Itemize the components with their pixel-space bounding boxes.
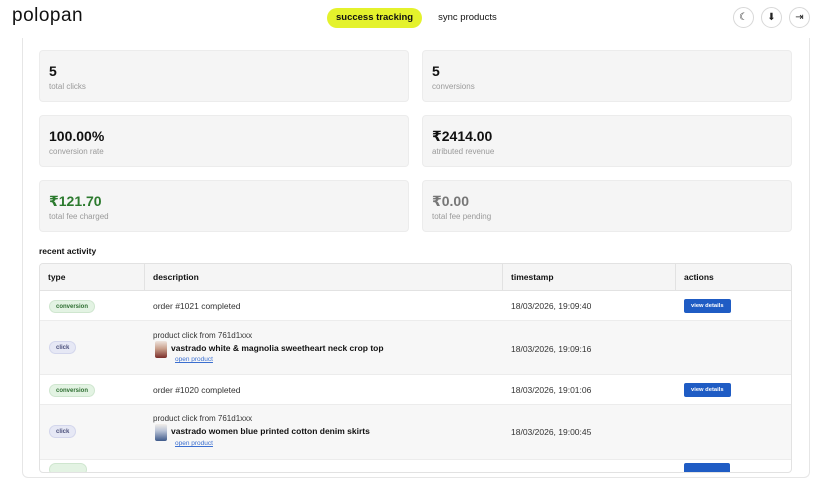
type-badge-conversion: conversion [49,300,96,313]
stat-label: conversions [432,82,475,91]
table-row: conversion order #1020 completed 18/03/2… [40,375,791,405]
product-name: vastrado women blue printed cotton denim… [171,426,370,436]
stat-label: conversion rate [49,147,104,156]
tab-success-tracking[interactable]: success tracking [327,8,423,28]
stat-label: total fee charged [49,212,109,221]
stat-value: 5 [49,63,57,79]
column-header-actions: actions [684,272,714,282]
stat-value: 100.00% [49,128,105,144]
type-badge-conversion: conversion [49,384,96,397]
logout-icon: ⇥ [795,12,804,23]
stat-card-total-fee-charged: ₹121.70 total fee charged [39,180,409,232]
product-name: vastrado white & magnolia sweetheart nec… [171,343,384,353]
row-description: product click from 761d1xxx [153,331,253,340]
row-description: order #1020 completed [153,385,241,395]
table-row [40,460,791,472]
section-title-recent-activity: recent activity [39,246,97,256]
row-timestamp: 18/03/2026, 19:09:40 [511,301,592,311]
table-row: click product click from 761d1xxx vastra… [40,405,791,460]
view-details-button[interactable]: view details [684,299,731,313]
stat-label: atributed revenue [432,147,495,156]
top-actions: ☾ ⬇ ⇥ [733,7,810,28]
stat-card-total-fee-pending: ₹0.00 total fee pending [422,180,792,232]
column-header-timestamp: timestamp [511,272,554,282]
column-header-description: description [153,272,199,282]
main-nav: success tracking sync products [327,8,505,28]
stat-card-conversions: 5 conversions [422,50,792,102]
type-badge-click: click [49,341,77,354]
table-row: click product click from 761d1xxx vastra… [40,321,791,375]
view-details-button[interactable] [684,463,730,472]
open-product-link[interactable]: open product [175,440,213,447]
row-timestamp: 18/03/2026, 19:09:16 [511,344,592,354]
column-header-type: type [48,272,66,282]
download-icon: ⬇ [767,12,776,23]
table-header: type description timestamp actions [40,264,791,291]
stat-value: ₹121.70 [49,193,102,209]
table-row: conversion order #1021 completed 18/03/2… [40,291,791,321]
stat-label: total fee pending [432,212,492,221]
type-badge-click: click [49,425,77,438]
stat-value: 5 [432,63,440,79]
tab-sync-products[interactable]: sync products [430,8,505,28]
stat-value: ₹2414.00 [432,128,493,144]
row-description: order #1021 completed [153,301,241,311]
row-timestamp: 18/03/2026, 19:00:45 [511,427,592,437]
row-description: product click from 761d1xxx [153,414,253,423]
stat-card-attributed-revenue: ₹2414.00 atributed revenue [422,115,792,167]
top-bar: polopan success tracking sync products ☾… [0,0,828,36]
stat-label: total clicks [49,82,86,91]
stat-card-total-clicks: 5 total clicks [39,50,409,102]
moon-icon: ☾ [739,12,748,23]
stat-card-conversion-rate: 100.00% conversion rate [39,115,409,167]
theme-toggle-button[interactable]: ☾ [733,7,754,28]
type-badge-conversion [49,463,87,472]
open-product-link[interactable]: open product [175,356,213,363]
download-button[interactable]: ⬇ [761,7,782,28]
stat-value: ₹0.00 [432,193,469,209]
app-logo[interactable]: polopan [12,5,83,27]
product-thumbnail [155,341,167,358]
row-timestamp: 18/03/2026, 19:01:06 [511,385,592,395]
logout-button[interactable]: ⇥ [789,7,810,28]
activity-table: type description timestamp actions conve… [39,263,792,473]
view-details-button[interactable]: view details [684,383,731,397]
product-thumbnail [155,424,167,441]
